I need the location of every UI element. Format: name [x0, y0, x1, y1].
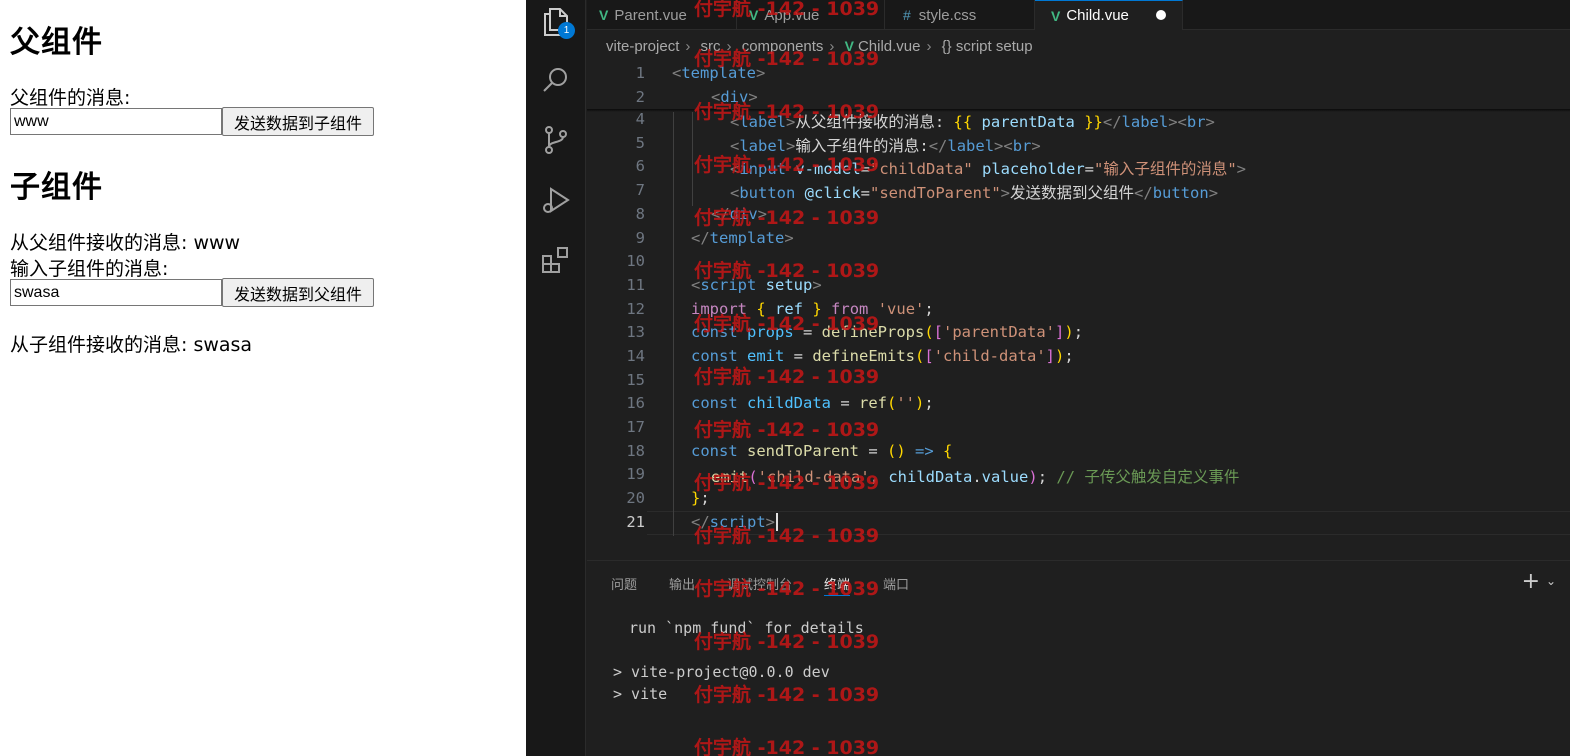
source-control-icon[interactable]: [540, 124, 572, 156]
code-line: <template>: [672, 64, 766, 82]
line-number: 9: [635, 229, 645, 247]
parent-msg-label: 父组件的消息:: [10, 87, 131, 109]
breadcrumb-src[interactable]: src: [701, 38, 721, 55]
tab-ports[interactable]: 端口: [883, 574, 909, 593]
browser-page: 父组件 父组件的消息: 发送数据到子组件 子组件 从父组件接收的消息: www …: [0, 0, 526, 756]
extensions-icon[interactable]: [540, 244, 572, 276]
terminal-line: > vite: [613, 685, 668, 703]
code-editor[interactable]: 1 2 4 5 6 7 8 9 10 11 12 13 14 15 16 17 …: [587, 62, 1570, 542]
code-line: </template>: [691, 229, 794, 247]
line-number: 16: [626, 394, 645, 412]
vue-icon: V: [599, 7, 609, 23]
new-terminal-plus-icon[interactable]: +: [1522, 569, 1540, 594]
line-number: 2: [635, 88, 645, 106]
line-number: 5: [635, 134, 645, 152]
vscode-window: 1 V Parent.vue V App.vue # style.css V Child…: [526, 0, 1570, 756]
breadcrumb-script-setup[interactable]: {} script setup: [942, 38, 1033, 55]
line-number: 10: [626, 252, 645, 270]
code-line: <input v-model="childData" placeholder="…: [730, 160, 1247, 178]
send-to-parent-button[interactable]: 发送数据到父组件: [222, 278, 374, 307]
tab-parent-vue[interactable]: V Parent.vue: [587, 0, 737, 30]
breadcrumb-child-vue[interactable]: Child.vue: [858, 38, 921, 55]
line-number: 8: [635, 205, 645, 223]
activity-bar: 1: [526, 0, 586, 756]
line-number: 21: [626, 513, 645, 531]
line-number: 11: [626, 276, 645, 294]
code-line: const props = defineProps(['parentData']…: [691, 323, 1084, 341]
parent-message-input[interactable]: [10, 108, 222, 135]
line-number: 12: [626, 300, 645, 318]
code-line: const emit = defineEmits(['child-data'])…: [691, 347, 1074, 365]
tab-app-vue[interactable]: V App.vue: [737, 0, 885, 30]
tab-output[interactable]: 输出: [669, 574, 695, 593]
code-line: const sendToParent = () => {: [691, 442, 953, 460]
unsaved-dot-icon[interactable]: [1156, 10, 1166, 20]
code-line: <button @click="sendToParent">发送数据到父组件</…: [730, 184, 1219, 202]
parent-received-message: 从子组件接收的消息: swasa: [10, 334, 253, 356]
send-to-child-button[interactable]: 发送数据到子组件: [222, 107, 374, 136]
child-msg-label: 输入子组件的消息:: [10, 258, 169, 280]
terminal-line: run `npm fund` for details: [629, 619, 864, 637]
code-line: </script>: [691, 513, 779, 531]
tab-style-css[interactable]: # style.css: [885, 0, 1035, 30]
line-number: 14: [626, 347, 645, 365]
tab-problems[interactable]: 问题: [611, 574, 637, 593]
line-number: 18: [626, 442, 645, 460]
tab-terminal[interactable]: 终端: [824, 574, 851, 596]
current-line-highlight: [647, 511, 1570, 535]
run-debug-icon[interactable]: [540, 184, 572, 216]
search-icon[interactable]: [540, 64, 572, 96]
code-line: <label>输入子组件的消息:</label><br>: [730, 137, 1041, 155]
code-line: const childData = ref('');: [691, 394, 934, 412]
code-line: <label>从父组件接收的消息: {{ parentData }}</labe…: [730, 113, 1215, 131]
line-number: 20: [626, 489, 645, 507]
breadcrumb: vite-project › src › components › V Child.vu…: [606, 38, 1033, 55]
chevron-down-icon[interactable]: ⌄: [1546, 574, 1556, 588]
child-message-input[interactable]: [10, 279, 222, 306]
terminal-line: > vite-project@0.0.0 dev: [613, 663, 830, 681]
code-line: };: [691, 489, 710, 507]
css-icon: #: [903, 7, 911, 23]
indent-guide: [673, 112, 674, 536]
code-line: emit('child-data', childData.value); // …: [711, 468, 1240, 486]
line-number: 17: [626, 418, 645, 436]
code-line: import { ref } from 'vue';: [691, 300, 934, 318]
line-number: 6: [635, 157, 645, 175]
line-number: 4: [635, 110, 645, 128]
breadcrumb-components[interactable]: components: [742, 38, 824, 55]
line-number: 19: [626, 465, 645, 483]
code-line: <script setup>: [691, 276, 822, 294]
line-number: 13: [626, 323, 645, 341]
breadcrumb-vite-project[interactable]: vite-project: [606, 38, 679, 55]
bottom-panel: 问题 输出 调试控制台 终端 端口 + ⌄ run `npm fund` for…: [587, 560, 1570, 756]
tab-child-vue[interactable]: V Child.vue: [1035, 0, 1183, 30]
indent-guide: [692, 112, 693, 206]
vue-icon: V: [844, 38, 854, 54]
code-line: <div>: [711, 88, 758, 106]
line-number: 7: [635, 181, 645, 199]
parent-heading: 父组件: [10, 25, 103, 60]
text-cursor: [776, 513, 779, 531]
code-line: </div>: [711, 205, 768, 223]
child-heading: 子组件: [10, 170, 103, 205]
editor-tabs: V Parent.vue V App.vue # style.css V Child.v…: [587, 0, 1570, 30]
line-number: 1: [635, 64, 645, 82]
child-received-message: 从父组件接收的消息: www: [10, 232, 241, 254]
tab-debug-console[interactable]: 调试控制台: [727, 574, 792, 593]
vue-icon: V: [1051, 7, 1061, 24]
line-number: 15: [626, 371, 645, 389]
explorer-badge: 1: [558, 22, 575, 39]
vue-icon: V: [749, 7, 759, 23]
